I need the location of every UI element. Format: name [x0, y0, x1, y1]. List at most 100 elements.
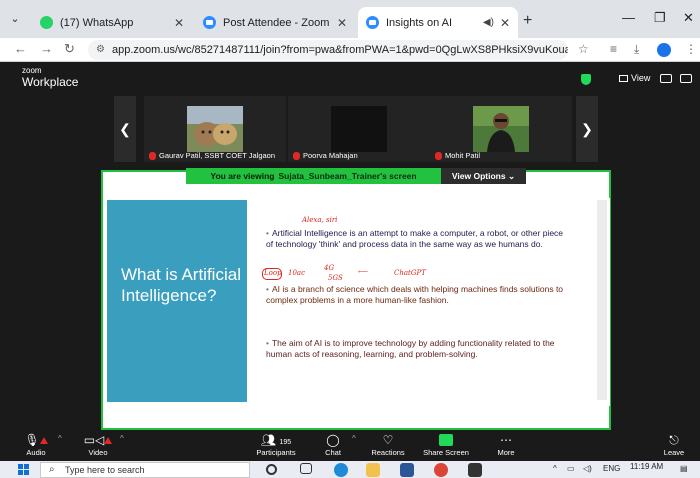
new-tab-button[interactable]: + [523, 12, 532, 30]
windows-taskbar: ⌕ Type here to search ^ ▭ ◁) ENG 11:19 A… [0, 461, 700, 478]
microphone-icon: 🎙︎ [24, 433, 40, 447]
more-dots-icon: ⋯ [500, 433, 512, 447]
share-screen-button[interactable]: Share Screen [418, 432, 474, 460]
minimize-icon[interactable]: — [622, 10, 635, 25]
participant-photo-person [473, 106, 529, 152]
mic-muted-icon [293, 151, 300, 160]
viewing-notice: You are viewing Sujata_Sunbeam_Trainer's… [186, 168, 441, 184]
chat-options-caret-icon[interactable]: ^ [352, 434, 356, 443]
edge-icon[interactable] [334, 463, 348, 477]
tab-insights-on-ai[interactable]: Insights on AI ◀) ✕ [358, 7, 518, 38]
participant-no-video [331, 106, 387, 152]
reload-icon[interactable]: ↻ [64, 41, 75, 57]
video-button[interactable]: ▭◁ Video [70, 432, 126, 460]
view-options-button[interactable]: View Options ⌄ [441, 168, 526, 184]
windows-start-icon[interactable] [18, 464, 29, 475]
slide-title-panel: What is Artificial Intelligence? [107, 200, 247, 402]
speaker-icon[interactable]: ◀) [483, 17, 494, 28]
forward-icon[interactable]: → [40, 41, 53, 56]
clock[interactable]: 11:19 AM [630, 462, 663, 471]
annotation-count: 10ac [288, 269, 306, 277]
bullet-3: • The aim of AI is to improve technology … [266, 338, 555, 359]
close-icon[interactable]: ✕ [174, 16, 184, 30]
task-view-icon[interactable] [300, 463, 312, 474]
more-label: More [497, 448, 515, 457]
mic-muted-icon [149, 151, 156, 160]
chrome-icon[interactable] [434, 463, 448, 477]
annotation-alexa-siri: Alexa, siri [302, 216, 338, 224]
tab-search-chevron-icon[interactable]: ⌄ [6, 10, 24, 28]
video-label: Video [88, 448, 108, 457]
fullscreen-icon[interactable] [680, 74, 692, 83]
participants-count: 195 [279, 439, 292, 446]
participant-tile[interactable]: Poorva Mahajan [288, 96, 430, 162]
participants-button[interactable]: 👥︎ 195 Participants [248, 432, 304, 460]
strip-prev-button[interactable]: ❮ [114, 96, 136, 162]
tab-post-attendee[interactable]: Post Attendee - Zoom ✕ [195, 7, 355, 38]
participant-name: Mohit Patil [445, 151, 481, 160]
screen-share-area: What is Artificial Intelligence? Alexa, … [0, 168, 700, 430]
annotation-4g: 4G [324, 264, 335, 272]
url-input[interactable]: ⚙ app.zoom.us/wc/85271487111/join?from=p… [88, 40, 568, 60]
network-icon[interactable]: ▭ [567, 464, 575, 473]
tab-title: Post Attendee - Zoom [223, 16, 330, 29]
view-button[interactable]: View [619, 73, 650, 83]
browser-tab-bar: ⌄ (17) WhatsApp ✕ Post Attendee - Zoom ✕… [0, 0, 700, 38]
whatsapp-icon [40, 16, 53, 29]
tab-title: (17) WhatsApp [60, 16, 134, 29]
back-icon[interactable]: ← [14, 41, 27, 56]
leave-button[interactable]: ⎋ Leave [652, 432, 696, 460]
participant-name: Poorva Mahajan [303, 151, 358, 160]
viewing-prefix: You are viewing [210, 171, 275, 181]
tray-chevron-icon[interactable]: ^ [553, 464, 557, 473]
restore-icon[interactable]: ❐ [654, 10, 666, 26]
video-options-caret-icon[interactable]: ^ [120, 434, 124, 443]
volume-icon[interactable]: ◁) [583, 464, 592, 473]
participants-label: Participants [256, 448, 296, 457]
view-options-label: View Options [451, 171, 506, 181]
strip-next-button[interactable]: ❯ [576, 96, 598, 162]
participants-icon: 👥︎ [260, 433, 277, 447]
audio-button[interactable]: 🎙︎ Audio [8, 432, 64, 460]
photos-icon[interactable] [468, 463, 482, 477]
view-label: View [631, 73, 651, 83]
annotation-chatgpt: ChatGPT [394, 269, 426, 277]
close-icon[interactable]: ✕ [500, 16, 510, 30]
reading-list-icon[interactable]: ≡ [610, 42, 617, 56]
participant-tile[interactable]: Mohit Patil [430, 96, 572, 162]
address-bar: ← → ↻ ⚙ app.zoom.us/wc/85271487111/join?… [0, 38, 700, 62]
cortana-icon[interactable] [266, 464, 277, 475]
download-icon[interactable]: ⤓ [634, 42, 639, 57]
bookmark-star-icon[interactable]: ☆ [578, 42, 589, 56]
encryption-shield-icon[interactable] [581, 74, 591, 85]
slide-scrollbar[interactable] [597, 200, 607, 400]
camera-icon: ▭◁ [83, 433, 105, 447]
profile-avatar-icon[interactable] [657, 43, 671, 57]
zoom-workplace-logo: Workplace [22, 75, 79, 89]
shared-screen: What is Artificial Intelligence? Alexa, … [101, 170, 611, 430]
viewing-banner: You are viewing Sujata_Sunbeam_Trainer's… [186, 168, 526, 184]
site-info-icon[interactable]: ⚙ [96, 40, 105, 60]
audio-options-caret-icon[interactable]: ^ [58, 434, 62, 443]
tab-title: Insights on AI [386, 16, 453, 29]
window-close-icon[interactable]: ✕ [683, 10, 694, 26]
close-icon[interactable]: ✕ [337, 16, 347, 30]
mic-muted-icon [435, 151, 442, 160]
language-indicator[interactable]: ENG [603, 464, 620, 473]
file-explorer-icon[interactable] [366, 463, 380, 477]
participant-tile[interactable]: Gaurav Patil, SSBT COET Jalgaon [144, 96, 286, 162]
chevron-down-icon: ⌄ [507, 170, 516, 181]
taskbar-search-input[interactable]: ⌕ Type here to search [40, 462, 250, 478]
reactions-button[interactable]: ♡ Reactions [360, 432, 416, 460]
tab-whatsapp[interactable]: (17) WhatsApp ✕ [32, 7, 192, 38]
browser-menu-icon[interactable]: ⋮ [685, 42, 697, 56]
bullet-text: AI is a branch of science which deals wi… [266, 284, 564, 305]
more-button[interactable]: ⋯ More [478, 432, 534, 460]
notifications-icon[interactable]: ▤ [680, 464, 688, 473]
bullet-1: • Artificial Intelligence is an attempt t… [266, 228, 564, 249]
presentation-slide: What is Artificial Intelligence? Alexa, … [104, 198, 610, 406]
warning-badge-icon [39, 437, 48, 445]
chat-label: Chat [325, 448, 341, 457]
pip-icon[interactable] [660, 74, 672, 83]
mail-icon[interactable] [400, 463, 414, 477]
